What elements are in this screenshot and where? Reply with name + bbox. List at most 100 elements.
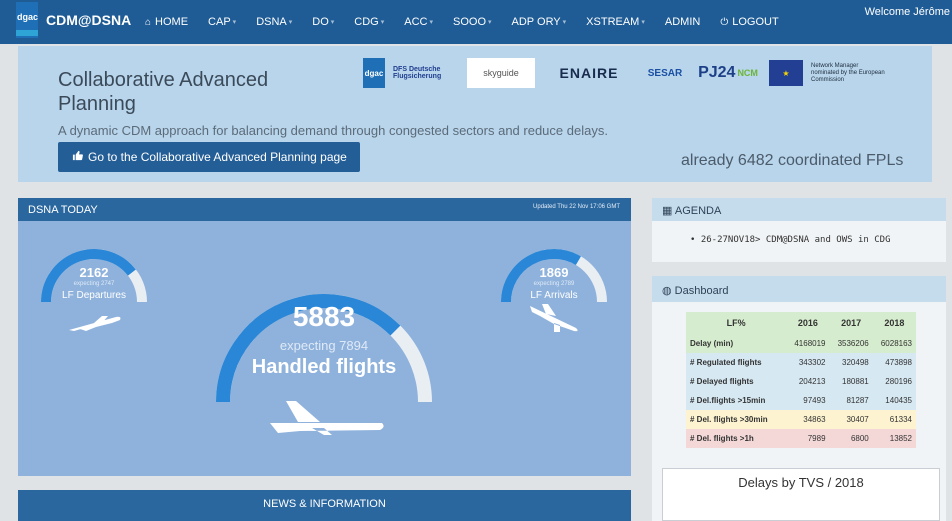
- handled-label: Handled flights: [251, 356, 397, 378]
- table-cell: 280196: [885, 377, 912, 386]
- welcome-text: Welcome Jérôme: [864, 6, 950, 18]
- updated-timestamp: Updated Thu 22 Nov 17:06 GMT: [533, 204, 620, 210]
- table-cell: 180881: [842, 377, 869, 386]
- lf-stats-body: Delay (min) 4168019 3536206 6028163 # Regula…: [686, 334, 916, 448]
- table-cell: 34863: [803, 415, 826, 424]
- row-label: # Del.flights >15min: [690, 396, 766, 405]
- table-cell: 320498: [842, 358, 869, 367]
- table-cell: 61334: [889, 415, 912, 424]
- handled-expecting: expecting 7894: [279, 338, 369, 353]
- agenda-header: ▦ AGENDA: [652, 198, 946, 221]
- row-label: # Del. flights >30min: [690, 415, 768, 424]
- agenda-panel: ▦ AGENDA • 26-27NOV18> CDM@DSNA and OWS …: [652, 198, 946, 262]
- caret-down-icon: ▾: [380, 19, 385, 26]
- go-to-cap-button[interactable]: Go to the Collaborative Advanced Plannin…: [58, 142, 360, 172]
- table-cell: 4168019: [794, 339, 826, 348]
- caret-down-icon: ▾: [232, 19, 237, 26]
- dfs-logo: DFS Deutsche Flugsicherung: [393, 66, 442, 80]
- table-cell: 3536206: [837, 339, 869, 348]
- nav-acc[interactable]: ACC ▾: [404, 16, 433, 28]
- go-to-cap-label: Go to the Collaborative Advanced Plannin…: [88, 150, 347, 164]
- nav-menu: ⌂ HOME CAP ▾ DSNA ▾ DO ▾ CDG ▾ ACC ▾ SOOO ▾ ADP ORY ▾ XS…: [145, 0, 799, 44]
- nav-dsna[interactable]: DSNA ▾: [256, 16, 292, 28]
- caret-down-icon: ▾: [429, 19, 433, 26]
- table-row: # Regulated flights 343302 320498 473898: [686, 353, 916, 372]
- nav-admin[interactable]: ADMIN: [665, 16, 700, 28]
- nav-sooo[interactable]: SOOO ▾: [453, 16, 492, 28]
- nav-logout[interactable]: ⏻ LOGOUT: [720, 16, 778, 28]
- coordinated-fpls: already 6482 coordinated FPLs: [681, 152, 904, 169]
- nav-do[interactable]: DO ▾: [312, 16, 334, 28]
- brand-title: CDM@DSNA: [46, 12, 132, 28]
- top-navbar: dgac CDM@DSNA ⌂ HOME CAP ▾ DSNA ▾ DO ▾ CDG ▾ ACC ▾ S…: [0, 0, 952, 44]
- nav-adp-ory[interactable]: ADP ORY ▾: [512, 16, 567, 28]
- dsna-today-title: DSNA TODAY: [28, 204, 98, 216]
- column-header: 2017: [841, 318, 862, 328]
- banner-subtitle: A dynamic CDM approach for balancing dem…: [58, 123, 608, 138]
- table-cell: 7989: [807, 434, 826, 443]
- calendar-icon: ▦: [662, 205, 673, 217]
- table-row: # Del. flights >30min 34863 30407 61334: [686, 410, 916, 429]
- network-manager-logo: Network Manager nominated by the Europea…: [811, 62, 885, 83]
- table-cell: 81287: [846, 396, 869, 405]
- column-header: 2018: [884, 318, 905, 328]
- departure-plane-icon: [69, 316, 121, 331]
- arrivals-label: LF Arrivals: [530, 290, 578, 301]
- brand[interactable]: dgac CDM@DSNA: [16, 0, 131, 40]
- dsna-today-panel: DSNA TODAY Updated Thu 22 Nov 17:06 GMT …: [18, 198, 631, 476]
- nav-cap[interactable]: CAP ▾: [208, 16, 236, 28]
- thumbs-up-icon: [72, 150, 83, 164]
- caret-down-icon: ▾: [562, 19, 567, 26]
- table-cell: 13852: [889, 434, 912, 443]
- handled-plane-icon: [270, 401, 384, 435]
- agenda-item[interactable]: • 26-27NOV18> CDM@DSNA and OWS in CDG: [690, 235, 891, 245]
- table-row: # Delayed flights 204213 180881 280196: [686, 372, 916, 391]
- delays-by-tvs-chart: Delays by TVS / 2018: [662, 468, 940, 521]
- partner-logos: dgac DFS Deutsche Flugsicherung skyguide…: [363, 56, 923, 90]
- arrivals-value: 1869: [539, 265, 569, 280]
- dsna-today-header: DSNA TODAY Updated Thu 22 Nov 17:06 GMT: [18, 198, 631, 221]
- nav-xstream[interactable]: XSTREAM ▾: [586, 16, 645, 28]
- handled-value: 5883: [292, 301, 356, 332]
- row-label: # Del. flights >1h: [690, 434, 754, 443]
- table-cell: 6028163: [880, 339, 912, 348]
- departures-value: 2162: [79, 265, 109, 280]
- dashboard-icon: ◍: [662, 285, 672, 297]
- row-label: # Regulated flights: [690, 358, 762, 367]
- arrival-plane-icon: [530, 304, 578, 332]
- column-header: LF%: [726, 318, 746, 328]
- table-cell: 204213: [798, 377, 826, 386]
- table-cell: 30407: [846, 415, 869, 424]
- news-title: NEWS & INFORMATION: [263, 498, 386, 510]
- caret-down-icon: ▾: [641, 19, 645, 26]
- arrivals-expecting: expecting 2789: [533, 281, 575, 287]
- table-header-row: LF% 2016 2017 2018: [686, 312, 916, 334]
- sesar-logo: SESAR: [647, 67, 683, 79]
- dashboard-header: ◍ Dashboard: [652, 276, 946, 302]
- skyguide-logo: skyguide: [467, 58, 535, 88]
- table-row: # Del.flights >15min 97493 81287 140435: [686, 391, 916, 410]
- enaire-logo: ENAIRE: [559, 65, 619, 81]
- dashboard-title: ◍ Dashboard: [662, 285, 729, 297]
- table-cell: 140435: [885, 396, 912, 405]
- agenda-title: ▦ AGENDA: [662, 205, 722, 217]
- banner-title: Collaborative Advanced Planning: [58, 69, 269, 115]
- row-label: # Delayed flights: [690, 377, 754, 386]
- nav-cdg[interactable]: CDG ▾: [354, 16, 384, 28]
- table-row: Delay (min) 4168019 3536206 6028163: [686, 334, 916, 353]
- home-icon: ⌂: [145, 16, 152, 28]
- nav-home[interactable]: ⌂ HOME: [145, 16, 188, 28]
- delays-chart-title: Delays by TVS / 2018: [738, 475, 864, 490]
- eu-flag-icon: ★: [769, 60, 803, 86]
- table-cell: 343302: [798, 358, 826, 367]
- table-cell: 97493: [803, 396, 826, 405]
- caret-down-icon: ▾: [288, 19, 293, 26]
- table-cell: 6800: [850, 434, 869, 443]
- cap-banner: Collaborative Advanced Planning A dynami…: [18, 46, 932, 182]
- pj24-logo: PJ24 NCM: [698, 64, 758, 81]
- departures-expecting: expecting 2747: [73, 281, 115, 287]
- column-header: 2016: [797, 318, 818, 328]
- departures-label: LF Departures: [62, 290, 126, 301]
- caret-down-icon: ▾: [488, 19, 492, 26]
- table-row: # Del. flights >1h 7989 6800 13852: [686, 429, 916, 448]
